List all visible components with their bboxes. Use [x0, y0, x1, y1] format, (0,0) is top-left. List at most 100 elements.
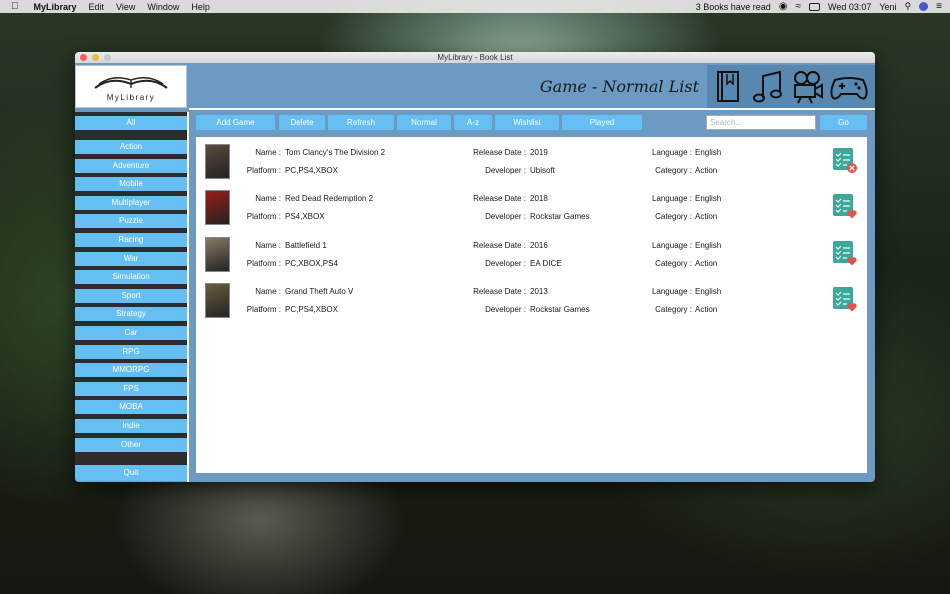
game-platform: PC,PS4,XBOX: [285, 166, 338, 175]
window-titlebar[interactable]: MyLibrary - Book List: [75, 52, 875, 63]
logo-text: MyLibrary: [106, 93, 156, 102]
table-row[interactable]: Name : Battlefield 1 Platform : PC,XBOX,PS4…: [196, 233, 867, 279]
notification-center-icon[interactable]: ≡: [936, 1, 942, 12]
sidebar-item-all[interactable]: All: [75, 116, 187, 130]
language-label: Language :: [651, 148, 692, 157]
table-row[interactable]: Name : Tom Clancy's The Division 2 Platfor…: [196, 140, 867, 186]
film-camera-icon[interactable]: [791, 70, 825, 104]
game-release-date: 2013: [530, 286, 548, 296]
category-label: Category :: [655, 258, 692, 268]
checklist-remove-icon[interactable]: [831, 146, 859, 179]
checklist-heart-icon[interactable]: [831, 285, 859, 318]
clock[interactable]: Wed 03:07: [828, 2, 871, 12]
game-release-date: 2019: [530, 148, 548, 157]
user-name[interactable]: Yeni: [879, 2, 896, 12]
add-game-button[interactable]: Add Game: [196, 115, 275, 130]
game-developer: Rockstar Games: [530, 304, 590, 314]
app-window: MyLibrary - Book List MyLibrary Game - N…: [75, 52, 875, 482]
menu-window[interactable]: Window: [147, 2, 179, 12]
siri-icon[interactable]: [919, 2, 929, 11]
minimize-window-button[interactable]: [92, 54, 99, 61]
book-icon[interactable]: [715, 70, 743, 104]
checklist-heart-icon[interactable]: [831, 192, 859, 225]
go-button[interactable]: Go: [820, 115, 867, 130]
sidebar-item-war[interactable]: War: [75, 251, 187, 266]
sidebar-item-car[interactable]: Car: [75, 326, 187, 340]
gamepad-icon[interactable]: [829, 70, 869, 104]
sidebar-item-strategy[interactable]: Strategy: [75, 307, 187, 322]
sidebar-item-simulation[interactable]: Simulation: [75, 270, 187, 285]
sidebar-item-other[interactable]: Other: [75, 437, 187, 452]
battery-icon[interactable]: [809, 2, 820, 11]
music-note-icon[interactable]: [752, 70, 784, 104]
release-date-label: Release Date :: [473, 194, 526, 204]
creative-cloud-icon[interactable]: ◉: [779, 1, 788, 12]
sidebar-item-mmorpg[interactable]: MMORPG: [75, 363, 187, 378]
sidebar-item-moba[interactable]: MOBA: [75, 400, 187, 415]
header-divider: [189, 108, 875, 110]
sidebar-item-rpg[interactable]: RPG: [75, 344, 187, 359]
menu-view[interactable]: View: [116, 2, 135, 12]
sidebar-item-sport[interactable]: Sport: [75, 288, 187, 303]
sidebar-item-puzzle[interactable]: Puzzle: [75, 214, 187, 229]
game-platform: PC,XBOX,PS4: [285, 258, 338, 268]
sidebar-item-indie[interactable]: Indie: [75, 419, 187, 433]
game-language: English: [695, 240, 722, 250]
sidebar-item-adventure[interactable]: Adventure: [75, 158, 187, 173]
language-label: Language :: [651, 286, 692, 296]
game-name: Battlefield 1: [285, 240, 327, 250]
developer-label: Developer :: [485, 304, 526, 314]
game-developer: Ubisoft: [530, 166, 555, 175]
page-title: Game - Normal List: [539, 77, 699, 96]
zoom-window-button[interactable]: [104, 54, 111, 61]
game-category: Action: [695, 212, 718, 222]
menu-help[interactable]: Help: [191, 2, 210, 12]
name-label: Name :: [255, 148, 281, 157]
sort-az-button[interactable]: A-z: [454, 115, 492, 130]
game-language: English: [695, 148, 722, 157]
quit-button[interactable]: Quit: [75, 465, 187, 481]
media-type-switcher: [707, 65, 875, 108]
checklist-heart-icon[interactable]: [831, 239, 859, 272]
sidebar-item-mobile[interactable]: Mobile: [75, 177, 187, 192]
category-label: Category :: [655, 212, 692, 222]
sidebar-item-action[interactable]: Action: [75, 140, 187, 154]
game-name: Red Dead Redemption 2: [285, 194, 374, 204]
name-label: Name :: [255, 194, 281, 204]
menu-app-name[interactable]: MyLibrary: [34, 2, 77, 12]
game-list: Name : Tom Clancy's The Division 2 Platfor…: [196, 137, 867, 473]
sidebar-item-fps[interactable]: FPS: [75, 381, 187, 396]
game-category: Action: [695, 258, 718, 268]
played-button[interactable]: Played: [562, 115, 642, 130]
game-platform: PS4,XBOX: [285, 212, 325, 222]
sidebar-separator: [75, 454, 187, 465]
apple-menu-icon[interactable]: : [11, 1, 19, 12]
game-platform: PC,PS4,XBOX: [285, 304, 338, 314]
close-window-button[interactable]: [80, 54, 87, 61]
table-row[interactable]: Name : Grand Theft Auto V Platform : PC,PS4…: [196, 279, 867, 325]
search-input[interactable]: [706, 115, 816, 130]
table-row[interactable]: Name : Red Dead Redemption 2 Platform : PS4…: [196, 186, 867, 232]
release-date-label: Release Date :: [473, 286, 526, 296]
normal-list-button[interactable]: Normal: [397, 115, 451, 130]
release-date-label: Release Date :: [473, 148, 526, 157]
sidebar-item-multiplayer[interactable]: Multiplayer: [75, 195, 187, 210]
sidebar-item-racing[interactable]: Racing: [75, 233, 187, 247]
language-label: Language :: [651, 240, 692, 250]
sidebar-divider: [187, 112, 189, 482]
platform-label: Platform :: [246, 304, 281, 314]
platform-label: Platform :: [246, 258, 281, 268]
language-label: Language :: [651, 194, 692, 204]
wishlist-button[interactable]: Wishlist: [495, 115, 559, 130]
refresh-button[interactable]: Refresh: [328, 115, 394, 130]
delete-button[interactable]: Delete: [279, 115, 325, 130]
menubar:  MyLibrary Edit View Window Help 3 Book…: [0, 0, 950, 13]
wifi-icon[interactable]: ≈: [796, 1, 802, 12]
spotlight-search-icon[interactable]: ⚲: [905, 1, 912, 12]
game-language: English: [695, 194, 722, 204]
status-text[interactable]: 3 Books have read: [696, 2, 771, 12]
menu-edit[interactable]: Edit: [89, 2, 105, 12]
game-category: Action: [695, 166, 718, 175]
category-sidebar: All Action Adventure Mobile Multiplayer Puzz…: [75, 112, 189, 482]
sidebar-separator: [75, 130, 187, 140]
